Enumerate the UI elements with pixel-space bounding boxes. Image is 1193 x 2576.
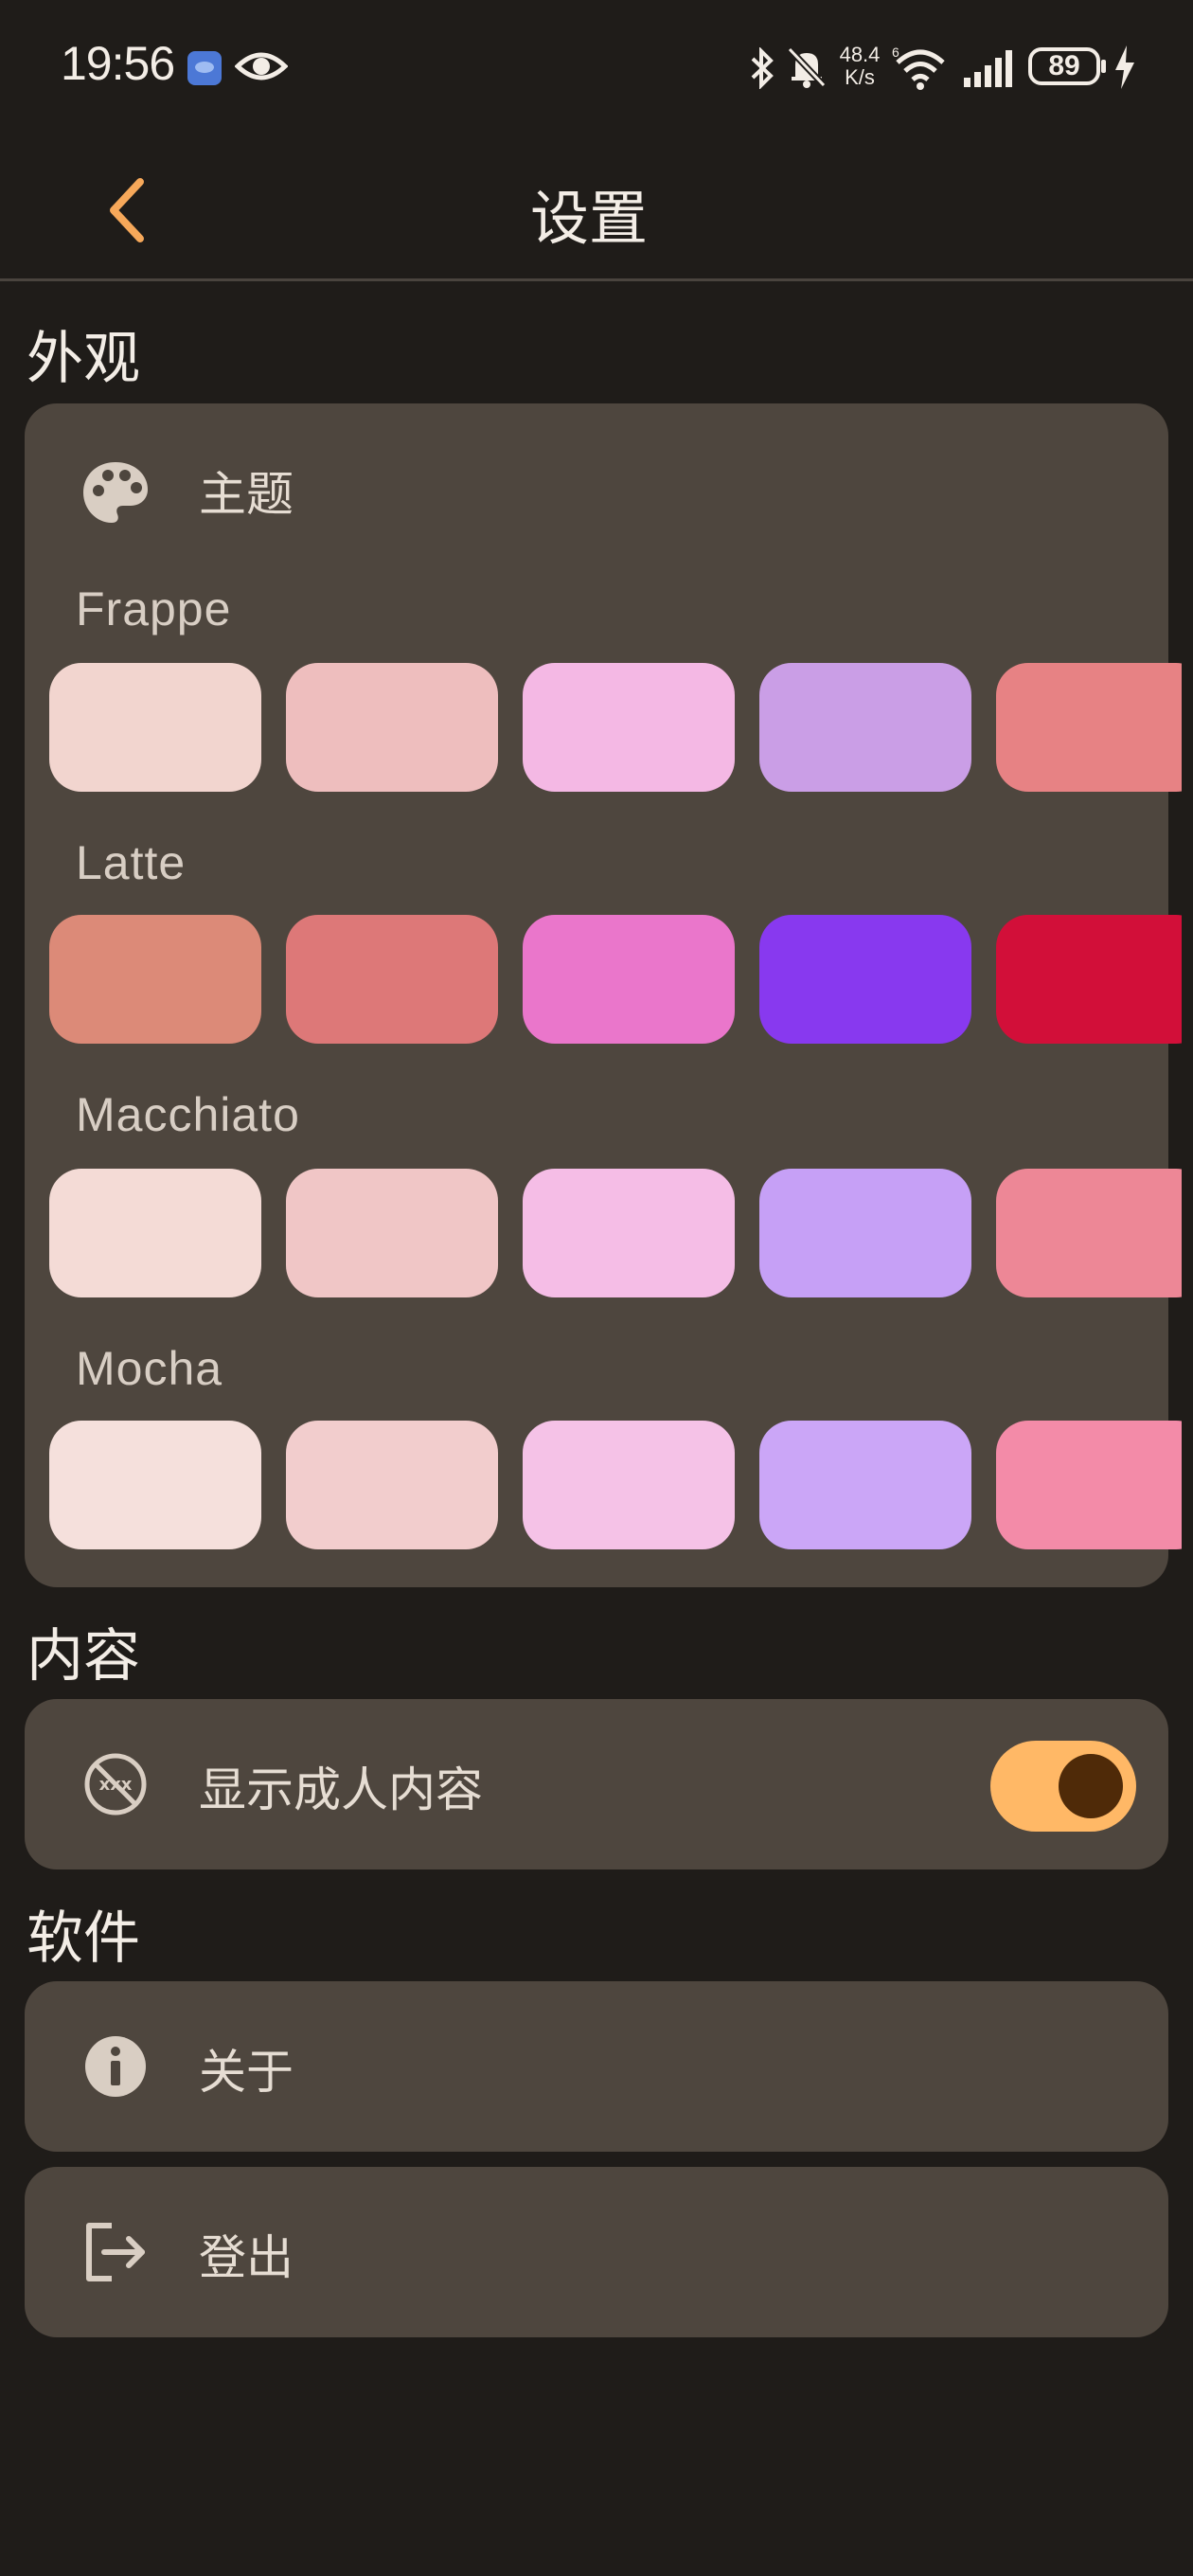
theme-label: 主题	[199, 467, 294, 522]
eye-icon	[235, 52, 288, 80]
swatch-row-macchiato	[49, 1169, 1182, 1301]
swatch[interactable]	[523, 915, 735, 1044]
toggle-knob	[1059, 1754, 1123, 1818]
adult-content-row[interactable]: xxx 显示成人内容	[25, 1699, 1168, 1869]
svg-text:6: 6	[892, 45, 899, 60]
bluetooth-icon	[751, 47, 774, 89]
battery-indicator: 89	[1028, 47, 1106, 85]
swatch[interactable]	[286, 1421, 498, 1549]
app-notification-icon	[187, 51, 222, 85]
theme-name-latte: Latte	[76, 836, 187, 889]
wifi-icon: 6	[892, 45, 945, 90]
network-speed-unit: K/s	[845, 65, 875, 89]
logout-row[interactable]: 登出	[25, 2167, 1168, 2337]
section-title-appearance: 外观	[27, 326, 140, 392]
swatch[interactable]	[996, 1421, 1182, 1549]
swatch[interactable]	[523, 1169, 735, 1297]
swatch-row-mocha	[49, 1421, 1182, 1553]
theme-row: 主题	[25, 403, 1168, 564]
adult-content-label: 显示成人内容	[199, 1762, 483, 1817]
swatch[interactable]	[759, 915, 971, 1044]
no-adult-content-icon: xxx	[84, 1753, 147, 1816]
swatch[interactable]	[759, 1169, 971, 1297]
swatch[interactable]	[49, 663, 261, 792]
swatch[interactable]	[286, 663, 498, 792]
section-title-content: 内容	[27, 1623, 140, 1690]
swatch-row-frappe	[49, 663, 1182, 796]
swatch[interactable]	[286, 1169, 498, 1297]
swatch[interactable]	[286, 915, 498, 1044]
swatch[interactable]	[996, 663, 1182, 792]
swatch[interactable]	[49, 1421, 261, 1549]
bell-muted-icon	[787, 46, 827, 88]
app-bar: 设置	[0, 133, 1193, 281]
adult-content-toggle[interactable]	[990, 1741, 1136, 1832]
info-icon	[85, 2036, 146, 2097]
signal-icon	[964, 50, 1012, 87]
swatch[interactable]	[523, 1421, 735, 1549]
swatch[interactable]	[759, 1421, 971, 1549]
theme-name-macchiato: Macchiato	[76, 1088, 300, 1141]
swatch[interactable]	[759, 663, 971, 792]
network-speed: 48.4 K/s	[833, 44, 886, 89]
settings-screen: 19:56 48.4 K/s 6 89 设置 外观 主题 Frappe Latt…	[0, 0, 1193, 2576]
swatch-row-latte	[49, 915, 1182, 1047]
section-title-software: 软件	[27, 1905, 140, 1972]
about-label: 关于	[199, 2045, 294, 2100]
swatch[interactable]	[996, 1169, 1182, 1297]
network-speed-value: 48.4	[839, 43, 881, 66]
swatch[interactable]	[49, 1169, 261, 1297]
swatch[interactable]	[996, 915, 1182, 1044]
palette-icon	[83, 462, 148, 523]
logout-label: 登出	[199, 2230, 294, 2285]
status-bar: 19:56 48.4 K/s 6 89	[0, 0, 1193, 133]
about-row[interactable]: 关于	[25, 1981, 1168, 2152]
theme-name-mocha: Mocha	[76, 1342, 223, 1395]
swatch[interactable]	[49, 915, 261, 1044]
logout-icon	[86, 2223, 145, 2281]
status-time: 19:56	[61, 37, 175, 90]
page-title: 设置	[529, 184, 648, 253]
swatch[interactable]	[523, 663, 735, 792]
appearance-card: 主题 Frappe Latte Macchiato Mocha	[25, 403, 1182, 1587]
theme-name-frappe: Frappe	[76, 582, 232, 635]
charging-icon	[1115, 45, 1134, 89]
